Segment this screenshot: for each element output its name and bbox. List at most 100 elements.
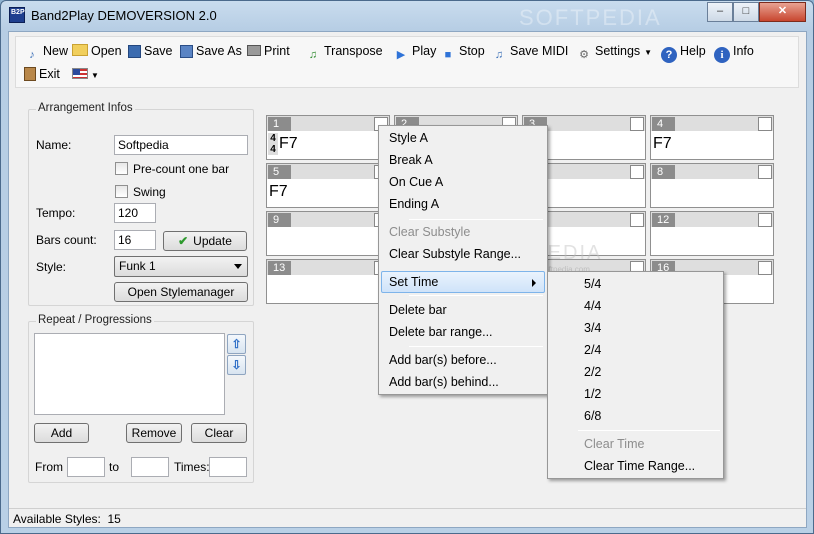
menu-delete-bar-range[interactable]: Delete bar range... <box>381 321 545 343</box>
submenu-separator <box>578 430 720 431</box>
progressions-list[interactable] <box>34 333 225 415</box>
clear-time[interactable]: Clear Time <box>550 433 721 455</box>
bar-cell[interactable]: 5 F7 <box>266 163 390 208</box>
bar-number: 5 <box>268 165 291 179</box>
toolbar-exit-label: Exit <box>39 67 60 81</box>
tempo-input[interactable]: 120 <box>114 203 156 223</box>
bar-select-checkbox[interactable] <box>758 261 772 275</box>
exit-door-icon <box>24 67 36 81</box>
open-stylemanager-button[interactable]: Open Stylemanager <box>114 282 248 302</box>
menu-on-cue-a[interactable]: On Cue A <box>381 171 545 193</box>
toolbar-open-button[interactable]: Open <box>72 41 122 61</box>
time-2-2[interactable]: 2/2 <box>550 361 721 383</box>
toolbar-settings-label: Settings <box>595 44 641 58</box>
bar-number: 4 <box>652 117 675 131</box>
app-window: B2P Band2Play DEMOVERSION 2.0 SOFTPEDIA … <box>0 0 814 534</box>
arrow-down-icon: ⇩ <box>231 358 242 372</box>
time-signature-bottom: 4 <box>270 144 276 155</box>
clear-progressions-button[interactable]: Clear <box>191 423 247 443</box>
toolbar-info-label: Info <box>733 44 754 58</box>
checkmark-icon: ✔ <box>178 234 189 248</box>
bar-select-checkbox[interactable] <box>758 213 772 227</box>
flag-canton <box>73 69 80 75</box>
close-button[interactable]: ✕ <box>759 2 806 22</box>
menu-separator <box>409 219 543 220</box>
bar-cell[interactable]: 4 F7 <box>650 115 774 160</box>
toolbar-transpose-label: Transpose <box>324 44 383 58</box>
move-up-button[interactable]: ⇧ <box>227 334 246 354</box>
toolbar-exit-button[interactable]: Exit <box>24 64 60 84</box>
to-input[interactable] <box>131 457 169 477</box>
toolbar-stop-button[interactable]: ■ Stop <box>440 41 485 61</box>
maximize-button[interactable]: □ <box>733 2 759 22</box>
bar-cell[interactable]: 12 <box>650 211 774 256</box>
bars-count-input[interactable]: 16 <box>114 230 156 250</box>
toolbar-play-button[interactable]: ▶ Play <box>393 41 437 61</box>
chevron-down-icon: ▼ <box>91 71 99 80</box>
app-icon[interactable]: B2P <box>9 7 25 23</box>
time-2-4[interactable]: 2/4 <box>550 339 721 361</box>
bar-number: 1 <box>268 117 291 131</box>
bars-count-label: Bars count: <box>36 233 97 247</box>
times-input[interactable] <box>209 457 247 477</box>
toolbar-info-button[interactable]: i Info <box>714 41 754 63</box>
menu-add-bars-behind[interactable]: Add bar(s) behind... <box>381 371 545 393</box>
available-styles-count: 15 <box>107 512 121 526</box>
bar-number: 9 <box>268 213 291 227</box>
bar-cell[interactable]: 13 <box>266 259 390 304</box>
update-button-label: Update <box>193 234 232 248</box>
clear-time-range[interactable]: Clear Time Range... <box>550 455 721 477</box>
menu-break-a[interactable]: Break A <box>381 149 545 171</box>
toolbar-language-button[interactable]: ▼ <box>72 64 99 84</box>
time-3-4[interactable]: 3/4 <box>550 317 721 339</box>
bar-chord: F7 <box>269 183 288 200</box>
toolbar-save-midi-label: Save MIDI <box>510 44 569 58</box>
toolbar-print-button[interactable]: Print <box>247 41 290 61</box>
style-select[interactable]: Funk 1 <box>114 256 248 277</box>
bar-select-checkbox[interactable] <box>630 165 644 179</box>
bar-cell[interactable]: 1 4 4 F7 <box>266 115 390 160</box>
toolbar-save-midi-button[interactable]: ♫ Save MIDI <box>491 41 568 61</box>
save-midi-icon: ♫ <box>494 49 504 61</box>
time-6-8[interactable]: 6/8 <box>550 405 721 427</box>
menu-delete-bar[interactable]: Delete bar <box>381 299 545 321</box>
menu-set-time[interactable]: Set Time <box>381 271 545 293</box>
toolbar-new-button[interactable]: ♪ New <box>24 41 68 61</box>
swing-checkbox[interactable] <box>115 185 128 198</box>
us-flag-icon <box>72 68 88 79</box>
toolbar-print-label: Print <box>264 44 290 58</box>
toolbar-stop-label: Stop <box>459 44 485 58</box>
time-5-4[interactable]: 5/4 <box>550 273 721 295</box>
from-input[interactable] <box>67 457 105 477</box>
menu-ending-a[interactable]: Ending A <box>381 193 545 215</box>
style-select-value: Funk 1 <box>119 259 156 273</box>
toolbar-save-button[interactable]: Save <box>128 41 173 61</box>
toolbar-transpose-button[interactable]: ♫ Transpose <box>305 41 383 61</box>
menu-clear-substyle[interactable]: Clear Substyle <box>381 221 545 243</box>
name-input[interactable]: Softpedia <box>114 135 248 155</box>
bar-select-checkbox[interactable] <box>758 117 772 131</box>
toolbar-help-button[interactable]: ? Help <box>661 41 706 63</box>
bar-number: 8 <box>652 165 675 179</box>
chevron-down-icon: ▼ <box>644 48 653 57</box>
menu-style-a[interactable]: Style A <box>381 127 545 149</box>
bar-cell[interactable]: 8 <box>650 163 774 208</box>
time-1-2[interactable]: 1/2 <box>550 383 721 405</box>
precount-checkbox[interactable] <box>115 162 128 175</box>
bar-select-checkbox[interactable] <box>630 117 644 131</box>
bar-select-checkbox[interactable] <box>758 165 772 179</box>
bar-cell[interactable]: 9 <box>266 211 390 256</box>
minimize-button[interactable]: – <box>707 2 733 22</box>
update-button[interactable]: ✔ Update <box>163 231 247 251</box>
toolbar-settings-button[interactable]: ⚙ Settings ▼ <box>576 41 652 61</box>
toolbar-save-as-button[interactable]: Save As <box>180 41 242 61</box>
remove-progression-button[interactable]: Remove <box>126 423 182 443</box>
time-4-4[interactable]: 4/4 <box>550 295 721 317</box>
title-bar[interactable]: B2P Band2Play DEMOVERSION 2.0 SOFTPEDIA … <box>1 1 813 31</box>
bar-select-checkbox[interactable] <box>630 213 644 227</box>
move-down-button[interactable]: ⇩ <box>227 355 246 375</box>
menu-add-bars-before[interactable]: Add bar(s) before... <box>381 349 545 371</box>
add-progression-button[interactable]: Add <box>34 423 89 443</box>
menu-clear-substyle-range[interactable]: Clear Substyle Range... <box>381 243 545 265</box>
stop-icon: ■ <box>444 49 452 61</box>
